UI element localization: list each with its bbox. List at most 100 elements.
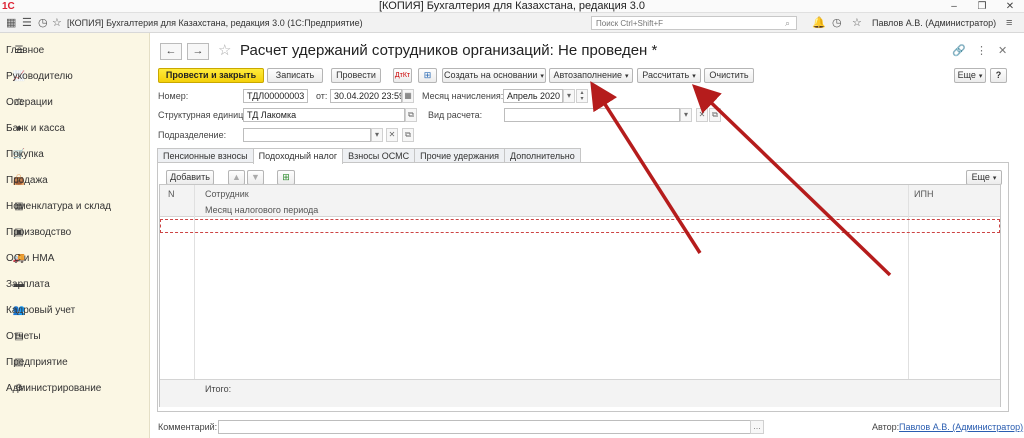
table-footer: Итого:	[160, 379, 1000, 407]
sidebar-item-label: Производство	[6, 226, 72, 238]
autofill-button[interactable]: Автозаполнение ▾	[549, 68, 633, 83]
open-icon[interactable]: ⧉	[405, 108, 417, 122]
calendar-icon[interactable]: ▦	[402, 89, 414, 103]
chevron-down-icon[interactable]: ▾	[371, 128, 383, 142]
sidebar-item-4[interactable]: 🛒 Покупка	[0, 141, 150, 167]
search-icon[interactable]: ⌕	[785, 16, 790, 30]
period-stepper[interactable]: ▴ ▾	[576, 89, 588, 103]
chevron-down-icon[interactable]: ▾	[680, 108, 692, 122]
period-label: Месяц начисления:	[422, 91, 504, 101]
search-input[interactable]	[591, 16, 797, 30]
column-ipn: ИПН	[914, 189, 934, 199]
bell-icon[interactable]: 🔔	[812, 16, 826, 30]
department-label: Подразделение:	[158, 130, 227, 140]
tab-2[interactable]: Взносы ОСМС	[342, 148, 416, 163]
sidebar-item-8[interactable]: 🚚 ОС и НМА	[0, 245, 150, 271]
post-button[interactable]: Провести	[331, 68, 381, 83]
sidebar-item-5[interactable]: 👜 Продажа	[0, 167, 150, 193]
sidebar-item-11[interactable]: ▤ Отчеты	[0, 323, 150, 349]
create-based-on-button[interactable]: Создать на основании ▾	[442, 68, 546, 83]
sidebar-item-6[interactable]: ▦ Номенклатура и склад	[0, 193, 150, 219]
employees-table[interactable]: N Сотрудник Месяц налогового периода ИПН…	[159, 184, 1001, 407]
current-user[interactable]: Павлов А.В. (Администратор)	[872, 13, 996, 33]
add-button[interactable]: Добавить	[166, 170, 214, 185]
move-down-icon[interactable]: ▼	[247, 170, 264, 185]
fill-table-icon[interactable]: ⊞	[277, 170, 295, 185]
apps-grid-icon[interactable]: ▦	[6, 16, 16, 30]
favorite-star-icon[interactable]: ☆	[218, 41, 231, 59]
clear-icon[interactable]: ✕	[696, 108, 708, 122]
clear-icon[interactable]: ✕	[386, 128, 398, 142]
table-row[interactable]	[160, 219, 1000, 233]
unit-field[interactable]: ТД Лакомка	[243, 108, 405, 122]
history-clock-icon[interactable]: ◷	[832, 16, 842, 30]
period-field[interactable]: Апрель 2020	[503, 89, 563, 103]
sidebar-item-0[interactable]: ☰ Главное	[0, 37, 150, 63]
move-up-icon[interactable]: ▲	[228, 170, 245, 185]
calc-type-label: Вид расчета:	[428, 110, 483, 120]
tab-4[interactable]: Дополнительно	[504, 148, 581, 163]
sidebar-item-9[interactable]: ▬ Зарплата	[0, 271, 150, 297]
comment-field[interactable]	[218, 420, 763, 434]
help-button[interactable]: ?	[990, 68, 1007, 83]
chevron-down-icon[interactable]: ▾	[563, 89, 575, 103]
forward-button[interactable]: →	[187, 43, 209, 60]
author-link[interactable]: Павлов А.В. (Администратор)	[899, 422, 1023, 432]
table-header: N Сотрудник Месяц налогового периода ИПН	[160, 185, 1000, 217]
sidebar-item-13[interactable]: ⚙ Администрирование	[0, 375, 150, 401]
number-field[interactable]: ТДЛ00000003	[243, 89, 308, 103]
sidebar: ☰ Главное 📈 Руководителю ⚖ Операции ● Банк и ка…	[0, 33, 150, 438]
comment-label: Комментарий:	[158, 422, 218, 432]
post-and-close-button[interactable]: Провести и закрыть	[158, 68, 264, 83]
ellipsis-icon[interactable]: …	[750, 420, 764, 434]
calculate-button[interactable]: Рассчитать ▾	[637, 68, 701, 83]
department-field[interactable]	[243, 128, 371, 142]
date-field[interactable]: 30.04.2020 23:59:59	[330, 89, 402, 103]
top-toolbar: ▦ ☰ ◷ ☆ [КОПИЯ] Бухгалтерия для Казахста…	[0, 13, 1024, 33]
table-more-button[interactable]: Еще ▾	[966, 170, 1002, 185]
minimize-button[interactable]: –	[940, 0, 968, 13]
more-vertical-icon[interactable]: ⋮	[976, 44, 987, 57]
dt-kt-icon[interactable]: ДтКт	[393, 68, 412, 83]
tab-3[interactable]: Прочие удержания	[414, 148, 505, 163]
caret-down-icon: ▾	[992, 175, 997, 182]
total-label: Итого:	[205, 384, 232, 394]
star-icon[interactable]: ☆	[852, 16, 862, 30]
favorites-icon[interactable]: ☆	[52, 16, 62, 30]
app-title: [КОПИЯ] Бухгалтерия для Казахстана, реда…	[67, 18, 363, 28]
sidebar-item-label: Кадровый учет	[6, 304, 76, 316]
history-icon[interactable]: ◷	[38, 16, 48, 30]
settings-menu-icon[interactable]: ≡	[1006, 16, 1012, 30]
back-button[interactable]: ←	[160, 43, 182, 60]
structure-icon[interactable]: ⊞	[418, 68, 437, 83]
menu-icon[interactable]: ☰	[22, 16, 32, 30]
tab-0[interactable]: Пенсионные взносы	[157, 148, 254, 163]
sidebar-item-2[interactable]: ⚖ Операции	[0, 89, 150, 115]
maximize-button[interactable]: ❐	[968, 0, 996, 13]
close-form-icon[interactable]: ✕	[998, 44, 1007, 57]
page-title: Расчет удержаний сотрудников организаций…	[240, 42, 658, 59]
clear-button[interactable]: Очистить	[704, 68, 754, 83]
save-button[interactable]: Записать	[267, 68, 323, 83]
caret-down-icon: ▾	[978, 73, 983, 80]
document-form: ← → ☆ Расчет удержаний сотрудников орган…	[150, 33, 1024, 438]
sidebar-item-label: Зарплата	[6, 278, 50, 290]
sidebar-item-3[interactable]: ● Банк и касса	[0, 115, 150, 141]
sidebar-item-10[interactable]: 👥 Кадровый учет	[0, 297, 150, 323]
sidebar-item-label: Продажа	[6, 174, 48, 186]
sidebar-item-7[interactable]: ▣ Производство	[0, 219, 150, 245]
sidebar-item-12[interactable]: ▥ Предприятие	[0, 349, 150, 375]
sidebar-item-1[interactable]: 📈 Руководителю	[0, 63, 150, 89]
more-button[interactable]: Еще ▾	[954, 68, 986, 83]
open-icon[interactable]: ⧉	[709, 108, 721, 122]
sidebar-item-label: Номенклатура и склад	[6, 200, 111, 212]
date-label: от:	[316, 91, 328, 101]
caret-down-icon: ▾	[692, 73, 696, 80]
sidebar-item-label: Операции	[6, 96, 53, 108]
author-label: Автор:	[872, 422, 900, 432]
link-icon[interactable]: 🔗	[952, 44, 966, 57]
open-icon[interactable]: ⧉	[402, 128, 414, 142]
calc-type-field[interactable]	[504, 108, 680, 122]
close-window-button[interactable]: ✕	[996, 0, 1024, 13]
tab-1[interactable]: Подоходный налог	[252, 148, 344, 164]
